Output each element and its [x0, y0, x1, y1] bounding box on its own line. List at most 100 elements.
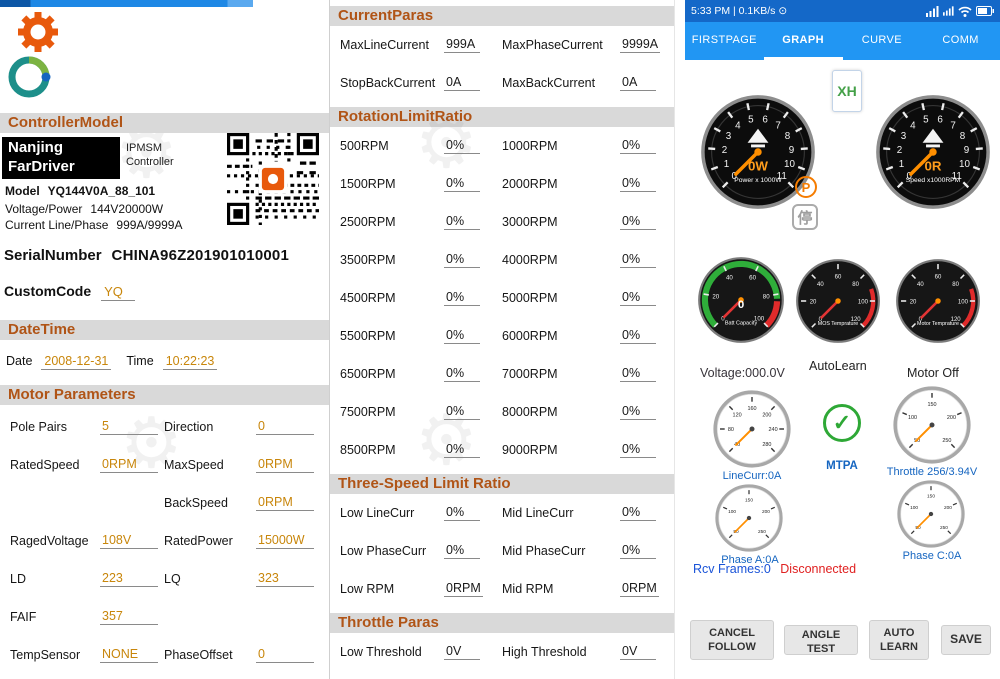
param-value[interactable]: NONE — [100, 647, 158, 663]
serial-number-line: SerialNumberCHINA96Z201901010001 — [4, 247, 289, 264]
svg-text:3: 3 — [901, 131, 907, 142]
param-value[interactable]: 0% — [620, 328, 656, 344]
param-value[interactable]: 0% — [620, 176, 656, 192]
param-label: 3500RPM — [340, 253, 444, 267]
svg-text:150: 150 — [927, 402, 936, 408]
param-value[interactable]: 357 — [100, 609, 158, 625]
tab-firstpage[interactable]: FIRSTPAGE — [685, 22, 764, 60]
param-value[interactable]: 0RPM — [256, 457, 314, 473]
svg-text:20: 20 — [810, 299, 817, 305]
tab-comm[interactable]: COMM — [921, 22, 1000, 60]
param-value[interactable]: 0% — [444, 290, 480, 306]
param-value[interactable]: 0 — [256, 419, 314, 435]
param-row: StopBackCurrent0AMaxBackCurrent0A — [340, 64, 674, 102]
param-value[interactable]: 0A — [620, 75, 656, 91]
svg-text:0R: 0R — [924, 159, 941, 174]
param-value[interactable]: 0% — [444, 214, 480, 230]
param-label: 8500RPM — [340, 443, 444, 457]
section-header-three-speed: Three-Speed Limit Ratio — [330, 474, 674, 494]
svg-text:100: 100 — [908, 415, 917, 421]
tab-curve[interactable]: CURVE — [843, 22, 922, 60]
throttle-paras-rows: Low Threshold0VHigh Threshold0V — [330, 633, 674, 671]
param-label: Low Threshold — [340, 645, 444, 659]
battery-icon — [976, 6, 994, 16]
param-row: 500RPM0%1000RPM0% — [340, 127, 674, 165]
param-value[interactable]: 0% — [620, 505, 656, 521]
param-value[interactable]: 0% — [444, 366, 480, 382]
svg-text:60: 60 — [835, 274, 842, 280]
param-value[interactable]: 0A — [444, 75, 480, 91]
param-value[interactable]: 0% — [444, 442, 480, 458]
svg-text:40: 40 — [917, 282, 924, 288]
datetime-row: Date 2008-12-31 Time 10:22:23 — [6, 354, 217, 370]
xh-button[interactable]: XH — [832, 70, 862, 112]
param-value[interactable]: 0V — [620, 644, 656, 660]
svg-text:200: 200 — [762, 412, 771, 418]
param-value[interactable]: 0% — [444, 138, 480, 154]
save-button[interactable]: SAVE — [941, 625, 991, 655]
param-value[interactable]: 999A — [444, 37, 480, 53]
param-value[interactable]: 0% — [444, 543, 480, 559]
param-value[interactable]: 0% — [444, 176, 480, 192]
param-value[interactable]: 0RPM — [256, 495, 314, 511]
custom-code-line: CustomCodeYQ — [4, 283, 135, 301]
param-label: StopBackCurrent — [340, 76, 444, 90]
svg-text:Batt Capacity: Batt Capacity — [725, 321, 758, 327]
param-value[interactable]: 0V — [444, 644, 480, 660]
section-header-throttle-paras: Throttle Paras — [330, 613, 674, 633]
param-row: FAIF357 — [10, 598, 329, 636]
svg-text:0: 0 — [738, 299, 744, 311]
param-value[interactable]: 0% — [620, 442, 656, 458]
svg-text:100: 100 — [910, 505, 918, 511]
param-value[interactable]: 9999A — [620, 37, 660, 53]
tab-graph[interactable]: GRAPH — [764, 22, 843, 60]
qr-code — [227, 133, 319, 225]
mtpa-check-icon[interactable]: ✓ — [823, 404, 861, 442]
param-value[interactable]: 0% — [620, 366, 656, 382]
param-label: Mid RPM — [502, 582, 620, 596]
stop-indicator[interactable]: 停 — [792, 204, 818, 230]
param-value[interactable]: 0% — [444, 252, 480, 268]
param-label: 9000RPM — [502, 443, 620, 457]
param-value[interactable]: 0% — [620, 290, 656, 306]
param-label: BackSpeed — [164, 496, 256, 510]
param-value[interactable]: 0% — [444, 328, 480, 344]
svg-text:150: 150 — [927, 494, 935, 500]
status-text: 5:33 PM | 0.1KB/s ⊙ — [691, 5, 787, 17]
svg-text:250: 250 — [758, 529, 766, 535]
param-value[interactable]: 223 — [100, 571, 158, 587]
time-field[interactable]: 10:22:23 — [163, 354, 218, 370]
auto-learn-button[interactable]: AUTO LEARN — [869, 620, 929, 660]
param-value[interactable]: 15000W — [256, 533, 314, 549]
param-value[interactable]: 5 — [100, 419, 158, 435]
svg-text:0W: 0W — [748, 159, 768, 174]
param-value[interactable]: 0% — [620, 404, 656, 420]
svg-text:4: 4 — [910, 120, 916, 131]
param-value[interactable]: 108V — [100, 533, 158, 549]
param-value[interactable]: 323 — [256, 571, 314, 587]
param-value[interactable]: 0% — [620, 252, 656, 268]
param-value — [256, 609, 314, 625]
svg-text:280: 280 — [762, 442, 771, 448]
svg-text:1: 1 — [724, 159, 729, 170]
param-value[interactable]: 0% — [620, 214, 656, 230]
svg-text:6: 6 — [937, 114, 943, 125]
svg-text:20: 20 — [712, 293, 719, 300]
param-value[interactable]: 0% — [444, 505, 480, 521]
angle-test-button[interactable]: ANGLE TEST — [784, 625, 858, 655]
param-value[interactable]: 0% — [444, 404, 480, 420]
parking-indicator[interactable]: P — [795, 176, 817, 198]
svg-text:60: 60 — [749, 275, 756, 282]
svg-text:3: 3 — [726, 131, 732, 142]
param-value[interactable]: 0% — [620, 543, 656, 559]
custom-code-field[interactable]: YQ — [101, 284, 135, 301]
svg-text:8: 8 — [785, 131, 791, 142]
param-value[interactable]: 0RPM — [444, 581, 483, 597]
param-value[interactable]: 0 — [256, 647, 314, 663]
param-value[interactable]: 0% — [620, 138, 656, 154]
signal-icon-2 — [943, 6, 954, 16]
date-field[interactable]: 2008-12-31 — [41, 354, 111, 370]
param-value[interactable]: 0RPM — [620, 581, 659, 597]
param-value[interactable]: 0RPM — [100, 457, 158, 473]
cancel-follow-button[interactable]: CANCEL FOLLOW — [690, 620, 774, 660]
